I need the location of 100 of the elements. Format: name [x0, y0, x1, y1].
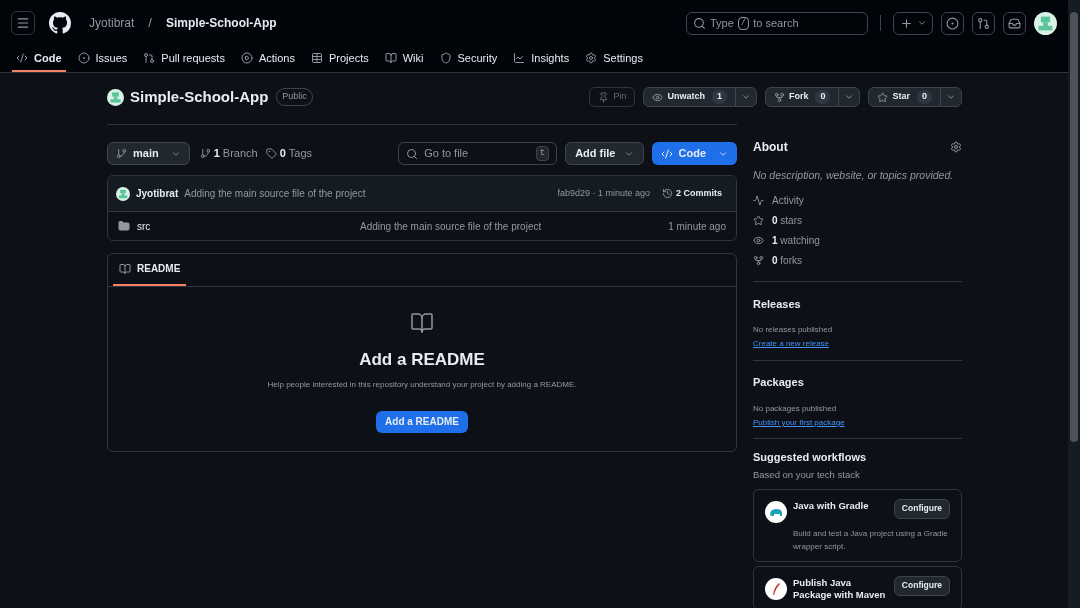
configure-button[interactable]: Configure — [893, 575, 950, 596]
repo-link[interactable]: Simple-School-App — [166, 14, 277, 32]
search-icon — [693, 16, 706, 30]
caret-icon — [946, 92, 956, 102]
history-icon — [661, 188, 673, 199]
pulse-icon — [753, 195, 764, 207]
repo-tab[interactable]: Issues — [73, 46, 132, 72]
pull-request-icon — [977, 16, 990, 30]
readme-tab[interactable]: README — [113, 253, 187, 286]
count-label: 0 — [917, 90, 932, 104]
releases-heading: Releases — [753, 296, 802, 312]
add-readme-button[interactable]: Add a README — [376, 410, 468, 433]
commit-author[interactable]: Jyotibrat — [136, 186, 179, 201]
eye-icon — [753, 235, 764, 247]
readme-description: Help people interested in this repository understand your project by adding a README. — [267, 378, 577, 391]
about-stat-link[interactable]: Activity — [753, 193, 962, 208]
repo-action-button[interactable]: Fork 0 — [764, 87, 861, 107]
repo-action-button[interactable]: Star 0 — [868, 87, 962, 107]
book-icon — [410, 311, 434, 335]
shield-icon — [439, 52, 452, 64]
workflow-name: Java with Gradle — [793, 499, 870, 512]
fork-icon — [773, 91, 785, 103]
file-time: 1 minute ago — [668, 219, 726, 234]
eye-icon — [652, 91, 664, 103]
commit-message[interactable]: Adding the main source file of the project — [184, 186, 366, 201]
repo-tab[interactable]: Security — [435, 46, 502, 72]
repo-tab[interactable]: Code — [12, 46, 66, 72]
table-icon — [310, 52, 323, 64]
create-release-link[interactable]: Create a new release — [753, 338, 830, 351]
book-icon — [384, 52, 397, 64]
scrollbar[interactable] — [1068, 0, 1080, 608]
breadcrumb-separator: / — [148, 14, 152, 33]
avatar-icon — [116, 186, 130, 201]
about-heading: About — [753, 139, 788, 156]
branch-icon — [116, 148, 127, 159]
repo-tab[interactable]: Projects — [306, 46, 373, 72]
pull-requests-button[interactable] — [972, 11, 995, 35]
configure-button[interactable]: Configure — [893, 498, 950, 519]
repo-tab[interactable]: Actions — [236, 46, 299, 72]
create-new-button[interactable] — [893, 11, 933, 35]
star-icon — [753, 215, 764, 227]
workflow-name: Publish Java Package with Maven — [793, 576, 887, 601]
packages-heading: Packages — [753, 375, 805, 391]
plus-icon — [899, 16, 913, 30]
repo-title: Simple-School-App — [130, 86, 269, 107]
inbox-button[interactable] — [1003, 11, 1026, 35]
pin-icon — [598, 91, 610, 103]
pull-request-icon — [143, 52, 156, 64]
releases-text: No releases published — [753, 324, 834, 337]
count-label: 1 — [711, 90, 727, 104]
repo-tab[interactable]: Settings — [581, 46, 647, 72]
about-stat-link[interactable]: 1 watching — [753, 233, 962, 248]
avatar-icon — [107, 88, 124, 106]
fork-icon — [753, 255, 764, 267]
menu-icon — [16, 16, 30, 30]
folder-icon — [118, 220, 130, 232]
commit-hash-time: fab9d29 · 1 minute ago — [557, 186, 650, 200]
shortcut-key: t — [535, 145, 550, 162]
book-icon — [119, 262, 131, 275]
owner-link[interactable]: Jyotibrat — [89, 14, 135, 32]
issue-icon — [946, 16, 959, 30]
settings-icon — [950, 141, 962, 153]
about-description: No description, website, or topics provided. — [753, 168, 955, 183]
workflows-subtitle: Based on your tech stack — [753, 468, 861, 483]
code-icon — [660, 147, 673, 160]
graph-icon — [513, 52, 526, 64]
publish-package-link[interactable]: Publish your first package — [753, 416, 845, 429]
issue-icon — [77, 52, 90, 64]
count-label: 0 — [815, 90, 831, 104]
about-stat-link[interactable]: 0 stars — [753, 213, 962, 228]
branch-selector[interactable]: main — [107, 142, 190, 165]
menu-button[interactable] — [11, 11, 35, 35]
settings-icon — [585, 52, 598, 64]
file-name[interactable]: src — [137, 218, 337, 234]
search-icon — [406, 147, 419, 160]
repo-tab[interactable]: Wiki — [380, 46, 428, 72]
code-icon — [16, 52, 28, 64]
code-button[interactable]: Code — [651, 142, 737, 165]
caret-icon — [740, 92, 751, 102]
go-to-file-field[interactable]: Go to file t — [398, 142, 558, 165]
tags-link[interactable]: 0 Tags — [265, 145, 313, 162]
issues-button[interactable] — [941, 11, 964, 35]
branches-link[interactable]: 1 Branch — [199, 145, 258, 162]
caret-icon — [844, 92, 855, 102]
repo-action-button[interactable]: Unwatch 1 — [643, 87, 757, 107]
octocat-logo-icon[interactable] — [49, 12, 71, 34]
search-field[interactable]: Type / to search — [686, 11, 868, 35]
file-commit-message[interactable]: Adding the main source file of the project — [360, 218, 542, 234]
star-icon — [877, 91, 889, 103]
caret-icon — [916, 18, 927, 28]
repo-tab[interactable]: Pull requests — [139, 46, 229, 72]
add-file-button[interactable]: Add file — [565, 142, 644, 165]
tag-icon — [265, 148, 277, 159]
about-stat-link[interactable]: 0 forks — [753, 253, 962, 268]
inbox-icon — [1008, 16, 1021, 30]
repo-tab[interactable]: Insights — [509, 46, 574, 72]
shortcut-key: / — [737, 16, 750, 30]
play-icon — [240, 52, 253, 64]
readme-heading: Add a README — [359, 349, 485, 371]
commits-link[interactable]: 2 Commits — [661, 186, 722, 201]
